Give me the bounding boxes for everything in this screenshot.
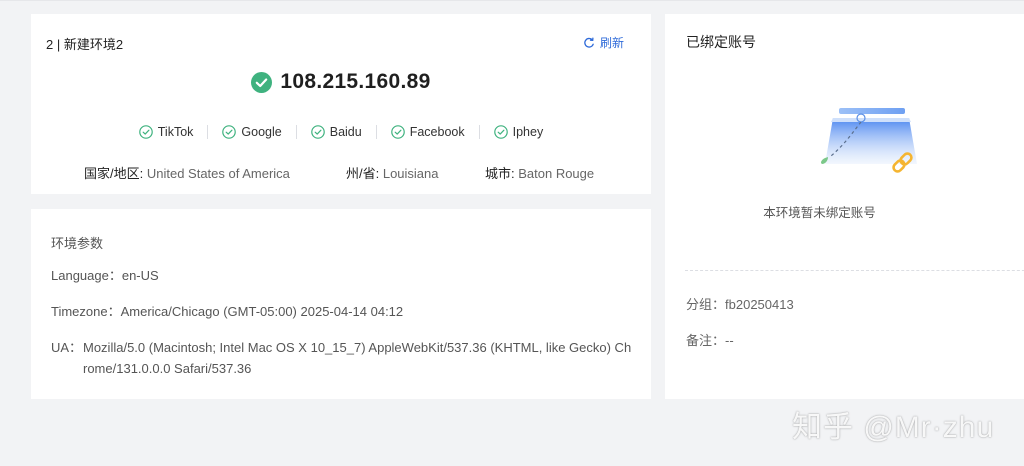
timezone-value: America/Chicago (GMT-05:00) 2025-04-14 0… <box>120 304 404 319</box>
top-border <box>0 0 1024 1</box>
check-circle-icon <box>390 125 405 139</box>
language-param: Language：en-US <box>51 265 159 286</box>
remark-label: 备注： <box>686 333 726 348</box>
ip-address: 108.215.160.89 <box>280 70 431 93</box>
ip-ok-icon <box>251 71 273 93</box>
site-label: TikTok <box>157 125 194 139</box>
ua-value: Mozilla/5.0 (Macintosh; Intel Mac OS X 1… <box>83 340 632 376</box>
environment-title: 2 | 新建环境2 <box>46 37 124 52</box>
city-value: Baton Rouge <box>518 166 595 181</box>
timezone-label: Timezone： <box>51 304 121 319</box>
empty-account-illustration <box>821 108 917 173</box>
site-check-google: Google <box>207 125 295 139</box>
state-value: Louisiana <box>382 166 439 181</box>
city-label: 城市: <box>485 166 519 181</box>
refresh-label: 刷新 <box>600 36 625 50</box>
section-divider <box>685 270 1024 271</box>
check-circle-icon <box>493 125 508 139</box>
group-label: 分组： <box>686 297 726 312</box>
environment-card: 2 | 新建环境2 刷新 108.215.160.89 TikTok Googl… <box>31 14 651 194</box>
remark-field: 备注：-- <box>686 330 734 349</box>
site-label: Facebook <box>409 125 465 139</box>
check-circle-icon <box>310 125 325 139</box>
environment-params-card: 环境参数 Language：en-US Timezone：America/Chi… <box>31 209 651 399</box>
site-label: Iphey <box>512 125 544 139</box>
site-check-baidu: Baidu <box>295 125 376 139</box>
refresh-button[interactable]: 刷新 <box>583 34 624 51</box>
bound-account-card: 已绑定账号 本环境暂未绑定账号 分组：fb20250413 备注：-- <box>665 14 1024 399</box>
check-circle-icon <box>138 125 153 139</box>
params-title: 环境参数 <box>51 236 104 251</box>
ip-row: 108.215.160.89 <box>31 70 651 94</box>
ua-param: UA： Mozilla/5.0 (Macintosh; Intel Mac OS… <box>51 337 633 379</box>
site-label: Baidu <box>329 125 362 139</box>
empty-account-note: 本环境暂未绑定账号 <box>763 206 876 220</box>
site-check-tiktok: TikTok <box>125 125 208 139</box>
check-circle-icon <box>222 125 237 139</box>
site-label: Google <box>241 125 282 139</box>
site-check-iphey: Iphey <box>478 125 558 139</box>
timezone-param: Timezone：America/Chicago (GMT-05:00) 202… <box>51 301 403 322</box>
group-value: fb20250413 <box>725 297 794 312</box>
refresh-icon <box>584 37 594 48</box>
zhihu-watermark: 知乎 @Mr·zhu <box>792 411 995 444</box>
language-value: en-US <box>121 268 159 283</box>
country-value: United States of America <box>146 166 290 181</box>
country-field: 国家/地区: United States of America <box>84 163 290 182</box>
country-label: 国家/地区: <box>84 166 147 181</box>
state-label: 州/省: <box>346 166 383 181</box>
ua-label: UA： <box>51 340 83 355</box>
group-field: 分组：fb20250413 <box>686 294 794 313</box>
language-label: Language： <box>51 268 122 283</box>
site-check-facebook: Facebook <box>375 125 479 139</box>
state-field: 州/省: Louisiana <box>346 163 439 182</box>
site-checks: TikTok Google Baidu Facebook Iphey <box>31 125 651 139</box>
city-field: 城市: Baton Rouge <box>485 163 594 182</box>
remark-value: -- <box>725 333 734 348</box>
bound-account-title: 已绑定账号 <box>686 34 756 50</box>
